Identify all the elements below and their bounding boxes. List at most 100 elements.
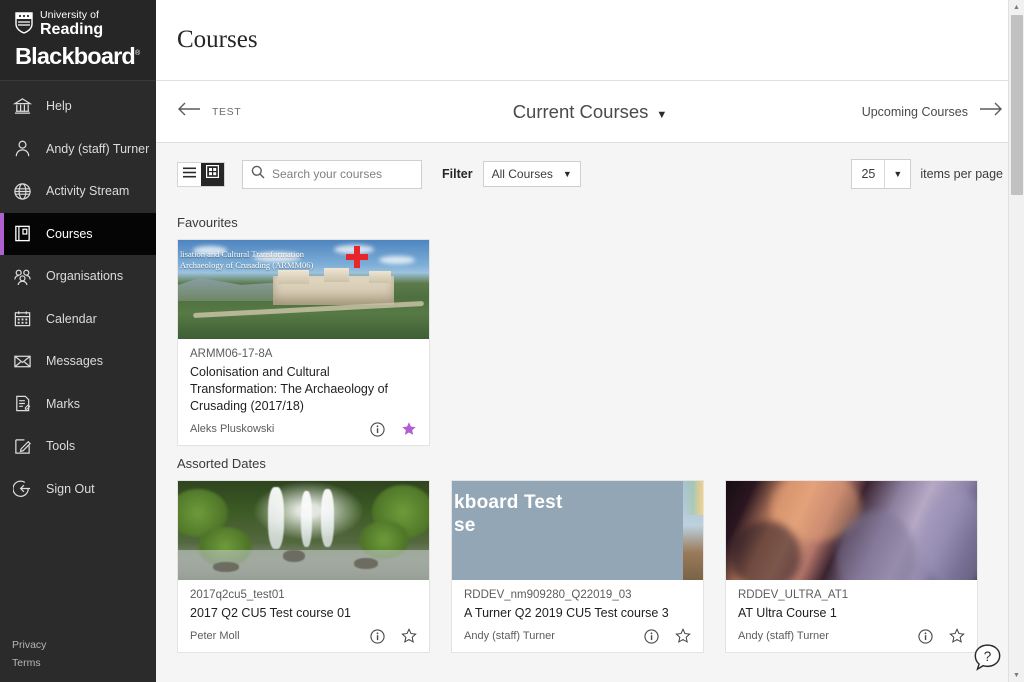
course-teacher: Andy (staff) Turner <box>738 630 829 642</box>
blackboard-test-banner: kboard Test se <box>452 481 703 580</box>
group-title-favourites: Favourites <box>177 215 238 230</box>
calendar-icon <box>12 308 33 329</box>
sidebar-item-sign-out[interactable]: Sign Out <box>0 468 156 511</box>
course-card-actions <box>370 628 417 644</box>
course-card-body: RDDEV_ULTRA_AT1 AT Ultra Course 1 Andy (… <box>726 580 977 652</box>
waterfall-photo <box>178 481 429 580</box>
grid-view-button[interactable] <box>201 162 224 186</box>
sidebar-item-help[interactable]: Help <box>0 85 156 128</box>
sidebar-item-messages[interactable]: Messages <box>0 340 156 383</box>
sidebar-item-label: Marks <box>46 396 81 411</box>
view-toggle-group <box>177 161 225 187</box>
primary-navigation: Help Andy (staff) Turner Activity Stream… <box>0 81 156 510</box>
terms-link[interactable]: Terms <box>12 654 46 672</box>
course-card-actions <box>370 421 417 437</box>
course-name[interactable]: AT Ultra Course 1 <box>738 605 965 622</box>
sidebar-footer: Privacy Terms <box>12 636 46 672</box>
course-code: RDDEV_nm909280_Q22019_03 <box>464 589 632 601</box>
bank-icon <box>12 96 33 117</box>
course-teacher: Aleks Pluskowski <box>190 423 275 435</box>
list-view-button[interactable] <box>178 162 201 186</box>
course-name[interactable]: Colonisation and Cultural Transformation… <box>190 364 417 415</box>
sidebar-item-label: Help <box>46 99 72 114</box>
filter-dropdown[interactable]: All Courses ▼ <box>482 161 581 187</box>
group-title-assorted-dates: Assorted Dates <box>177 456 266 471</box>
scroll-down-arrow-icon[interactable]: ▼ <box>1009 668 1024 682</box>
current-term-label: Current Courses <box>512 100 649 122</box>
next-term-button[interactable]: Upcoming Courses <box>862 102 1003 121</box>
sidebar-item-label: Courses <box>46 226 93 241</box>
person-icon <box>12 138 33 159</box>
next-term-label: Upcoming Courses <box>861 104 968 119</box>
privacy-link[interactable]: Privacy <box>12 636 46 654</box>
favourite-star-icon[interactable] <box>401 628 417 644</box>
course-card[interactable]: lisation and Cultural Transformation Arc… <box>177 239 430 446</box>
shield-crest-icon <box>14 12 34 39</box>
sidebar-item-tools[interactable]: Tools <box>0 425 156 468</box>
favourite-star-icon[interactable] <box>401 421 417 437</box>
course-card[interactable]: 2017q2cu5_test01 2017 Q2 CU5 Test course… <box>177 480 430 653</box>
info-icon[interactable] <box>370 628 385 644</box>
sidebar-item-label: Andy (staff) Turner <box>46 141 150 156</box>
sidebar-item-label: Sign Out <box>46 481 95 496</box>
course-name[interactable]: A Turner Q2 2019 CU5 Test course 3 <box>464 605 691 622</box>
course-card-actions <box>644 628 691 644</box>
course-name[interactable]: 2017 Q2 CU5 Test course 01 <box>190 605 417 622</box>
chevron-down-icon[interactable]: ▼ <box>884 160 910 188</box>
course-image-overlay: lisation and Cultural Transformation Arc… <box>180 249 354 271</box>
chevron-down-icon: ▼ <box>562 169 572 179</box>
course-card[interactable]: kboard Test se RDDEV_nm909280_Q22019_03 … <box>451 480 704 653</box>
scrollbar-thumb[interactable] <box>1011 15 1023 195</box>
page-title: Courses <box>177 26 258 53</box>
sidebar-item-label: Messages <box>46 354 103 369</box>
globe-icon <box>12 181 33 202</box>
favourites-card-grid: lisation and Cultural Transformation Arc… <box>177 239 1003 446</box>
course-card-footer: Andy (staff) Turner <box>464 628 691 644</box>
trademark-mark: ® <box>135 50 140 57</box>
blackboard-wordmark: Blackboard® <box>14 41 144 69</box>
info-icon[interactable] <box>370 421 385 437</box>
arrow-left-icon <box>177 102 201 121</box>
sidebar-item-courses[interactable]: Courses <box>0 212 156 255</box>
items-per-page-dropdown[interactable]: 25 ▼ <box>851 159 912 189</box>
scroll-up-arrow-icon[interactable]: ▲ <box>1009 0 1024 14</box>
previous-term-button[interactable]: TEST <box>177 102 241 121</box>
favourite-star-icon[interactable] <box>675 628 691 644</box>
favourite-star-icon[interactable] <box>949 628 965 644</box>
sidebar-item-label: Organisations <box>46 269 124 284</box>
main-content: Courses TEST Current Courses ▼ Upcoming C… <box>156 0 1024 682</box>
filter-label: Filter <box>442 167 473 181</box>
current-term-dropdown[interactable]: Current Courses ▼ <box>460 101 720 123</box>
overlay-line-1: kboard Test <box>454 492 563 513</box>
help-button[interactable]: ? <box>973 643 1002 672</box>
course-code: RDDEV_ULTRA_AT1 <box>738 589 849 601</box>
sidebar-item-label: Calendar <box>46 311 97 326</box>
courses-toolbar: Filter All Courses ▼ 25 ▼ items per page <box>156 143 1024 205</box>
items-per-page-control: 25 ▼ items per page <box>851 159 1003 189</box>
sidebar-item-calendar[interactable]: Calendar <box>0 298 156 341</box>
envelope-icon <box>12 351 33 372</box>
search-box[interactable] <box>242 159 422 189</box>
previous-term-label: TEST <box>212 105 242 118</box>
course-card-footer: Peter Moll <box>190 628 417 644</box>
canyon-photo <box>726 481 977 580</box>
brand-header: University of Reading Blackboard® <box>0 0 156 81</box>
sidebar-item-activity-stream[interactable]: Activity Stream <box>0 170 156 213</box>
course-card[interactable]: RDDEV_ULTRA_AT1 AT Ultra Course 1 Andy (… <box>725 480 978 653</box>
filter-value: All Courses <box>491 167 553 181</box>
info-icon[interactable] <box>918 628 933 644</box>
course-teacher: Andy (staff) Turner <box>464 630 555 642</box>
info-icon[interactable] <box>644 628 659 644</box>
sidebar-item-organisations[interactable]: Organisations <box>0 255 156 298</box>
sidebar-item-profile[interactable]: Andy (staff) Turner <box>0 128 156 171</box>
search-input[interactable] <box>272 167 413 181</box>
course-code: 2017q2cu5_test01 <box>190 589 285 601</box>
course-card-body: RDDEV_nm909280_Q22019_03 A Turner Q2 201… <box>452 580 703 652</box>
sidebar-item-marks[interactable]: Marks <box>0 383 156 426</box>
course-image-overlay: kboard Test se <box>454 491 562 537</box>
vertical-scrollbar[interactable]: ▲ ▼ <box>1008 0 1024 682</box>
sidebar-item-label: Activity Stream <box>46 184 130 199</box>
help-question-mark: ? <box>984 649 992 664</box>
course-image <box>726 481 977 580</box>
items-per-page-value: 25 <box>861 167 876 181</box>
